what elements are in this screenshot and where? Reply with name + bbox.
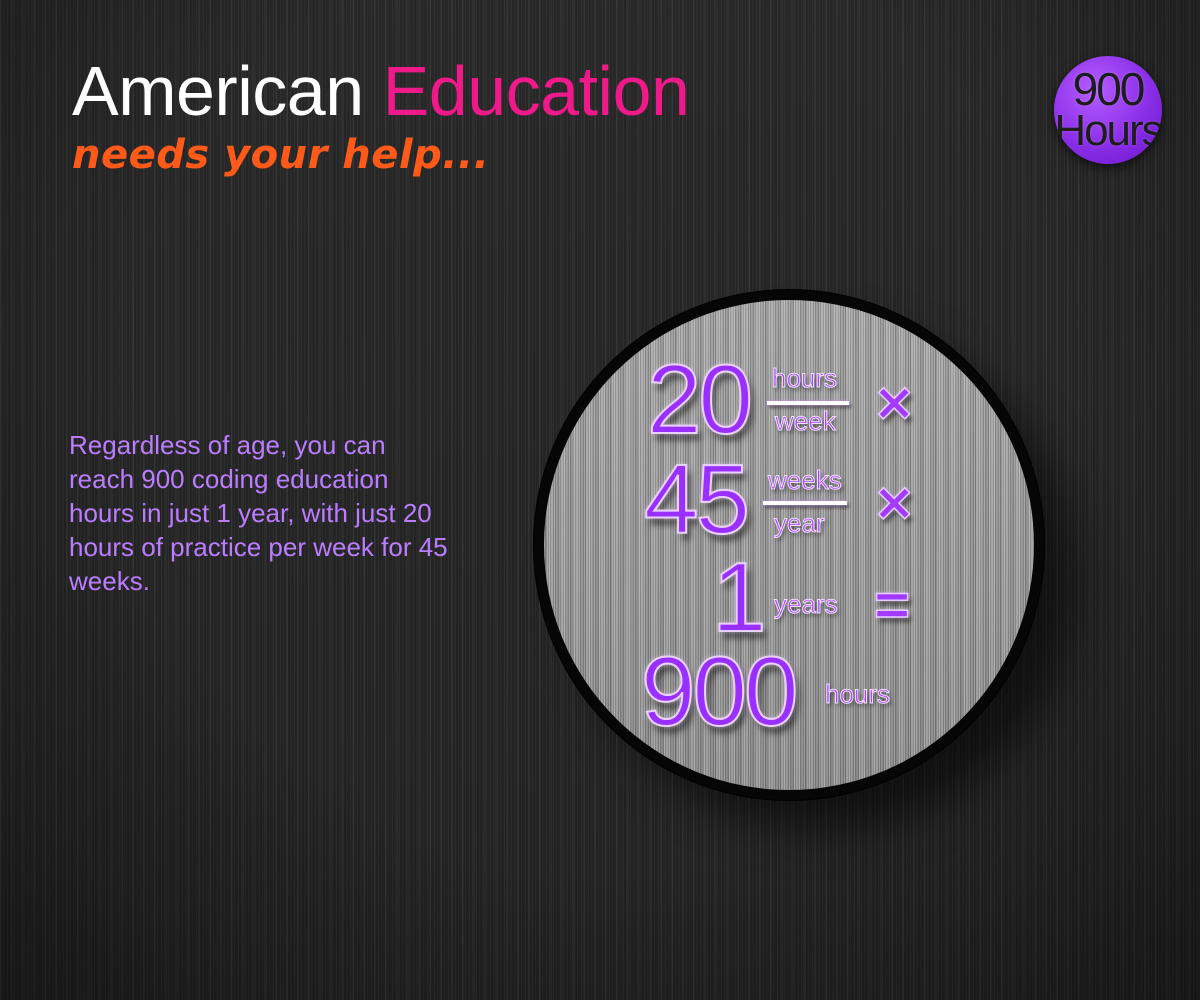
years-value: 1 [711,542,767,652]
hours-per-week-unit-top: hours [771,363,838,393]
brushed-metal-face: 20 hours week × 45 weeks year × 1 years … [544,300,1034,790]
title-word-american: American [72,52,364,130]
weeks-per-year-value: 45 [643,444,751,554]
weeks-per-year-unit-top: weeks [768,465,843,495]
result-hours-value: 900 [640,636,800,746]
years-unit: years [774,589,839,619]
badge-number: 900 [1072,63,1146,115]
badge-label: Hours [1054,106,1162,155]
equals-operator: = [873,571,911,640]
header: American Education needs your help... [72,52,690,178]
multiply-operator-1: × [875,369,913,438]
weeks-per-year-unit-bottom: year [774,508,826,538]
hours-per-week-value: 20 [646,344,754,454]
page-subtitle: needs your help... [72,132,490,178]
hours-badge: 900 Hours [1054,56,1162,164]
hours-per-week-unit-bottom: week [775,406,837,436]
title-word-education: Education [382,52,690,130]
fraction-bar-1 [767,401,849,405]
multiply-operator-2: × [875,469,913,538]
page-title: American Education [72,52,690,130]
fraction-bar-2 [763,501,847,505]
equation-disc: 20 hours week × 45 weeks year × 1 years … [534,290,1044,800]
description-text: Regardless of age, you can reach 900 cod… [69,430,448,596]
result-hours-unit: hours [824,679,891,709]
